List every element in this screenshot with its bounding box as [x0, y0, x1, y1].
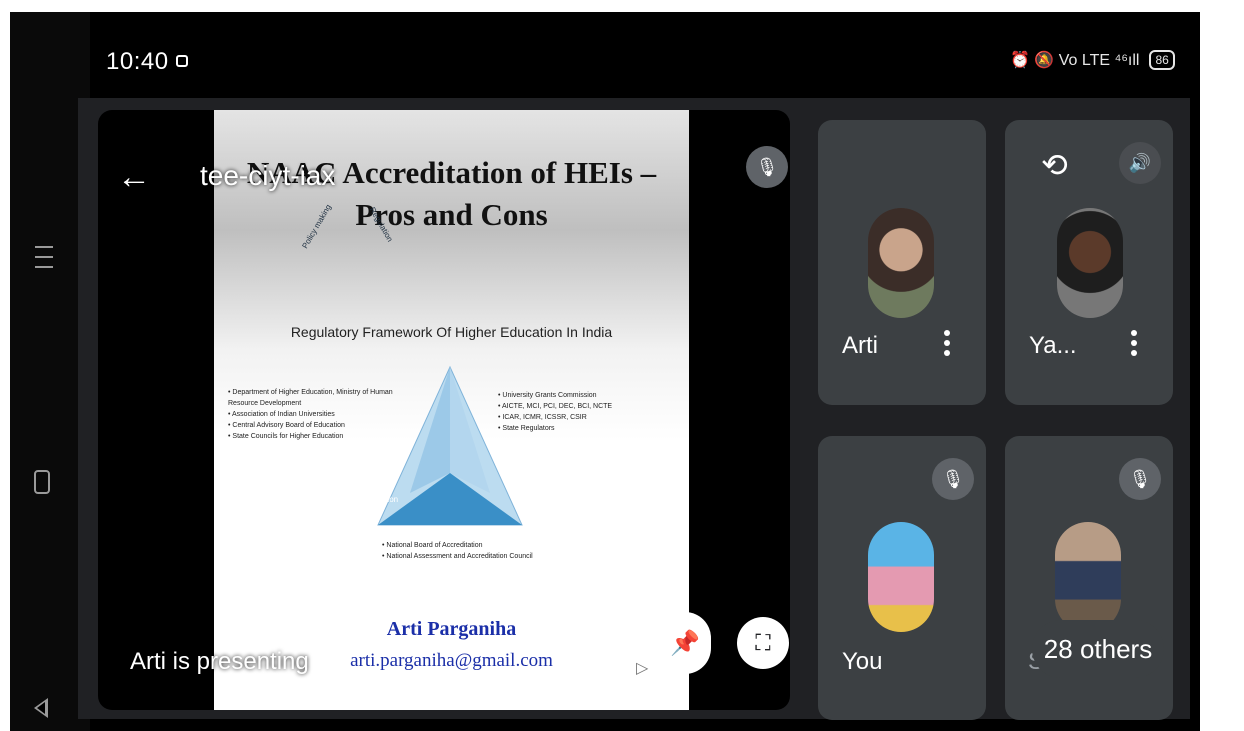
shared-slide: NAAC Accreditation of HEIs – Pros and Co…: [214, 110, 689, 710]
mic-off-icon: 🎙: [932, 458, 974, 500]
speaker-icon[interactable]: 🔊: [1119, 142, 1161, 184]
meeting-code[interactable]: tee-ciyt-iax: [200, 160, 335, 192]
avatar: [868, 208, 934, 318]
status-icons-text: ⏰ 🔕 Vo LTE ⁴⁶ıll: [1010, 52, 1140, 69]
status-time: 10:40: [106, 48, 169, 75]
bottom-bullet-list: National Board of Accreditation National…: [382, 540, 582, 562]
triangle-left-face: [410, 367, 450, 493]
more-options-icon[interactable]: [944, 330, 950, 360]
more-options-icon[interactable]: [1131, 330, 1137, 360]
triangle-accreditation-label: Accreditation: [351, 495, 399, 504]
bottom-bullet: National Board of Accreditation: [382, 540, 582, 551]
recents-icon-line[interactable]: [35, 246, 53, 248]
triangle-right-face: [450, 367, 490, 493]
presenting-label: Arti is presenting: [130, 648, 309, 675]
cursor-icon: ▷: [636, 660, 649, 677]
screen-record-icon: [176, 55, 188, 67]
participant-name: Arti: [842, 332, 878, 359]
avatar: [1055, 522, 1121, 632]
system-back-button[interactable]: [34, 698, 48, 718]
slide-subtitle: Regulatory Framework Of Higher Education…: [290, 324, 613, 340]
participant-name: You: [842, 648, 883, 675]
mic-off-icon: 🎙: [1119, 458, 1161, 500]
fullscreen-button[interactable]: ⛶: [737, 617, 789, 669]
avatar: [1057, 208, 1123, 318]
recents-icon-line[interactable]: [35, 256, 53, 258]
bottom-bullet: National Assessment and Accreditation Co…: [382, 551, 582, 562]
others-count-chip[interactable]: 28 others: [1032, 620, 1164, 678]
battery-icon: 86: [1149, 50, 1175, 70]
fullscreen-icon: ⛶: [755, 630, 771, 655]
avatar: [868, 522, 934, 632]
switch-camera-icon[interactable]: ⟲: [1041, 146, 1068, 184]
participant-name: Ya...: [1029, 332, 1077, 359]
framework-triangle-diagram: [377, 365, 523, 526]
participant-tile-arti[interactable]: Arti: [818, 120, 986, 405]
unpin-button[interactable]: 📌: [659, 612, 711, 674]
back-arrow-icon[interactable]: ←: [117, 160, 151, 194]
recents-icon-line[interactable]: [35, 266, 53, 268]
participant-tile-you[interactable]: 🎙 You: [818, 436, 986, 720]
status-icons: ⏰ 🔕 Vo LTE ⁴⁶ıll 86: [1010, 50, 1175, 70]
unpin-icon: 📌: [670, 629, 700, 657]
mic-off-icon: 🎙: [746, 146, 788, 188]
home-button[interactable]: [34, 470, 50, 494]
participant-tile-ya[interactable]: ⟲ 🔊 Ya...: [1005, 120, 1173, 405]
slide-title-line2: Pros and Cons: [355, 197, 548, 232]
slide-presenter-name: Arti Parganiha: [386, 618, 517, 640]
